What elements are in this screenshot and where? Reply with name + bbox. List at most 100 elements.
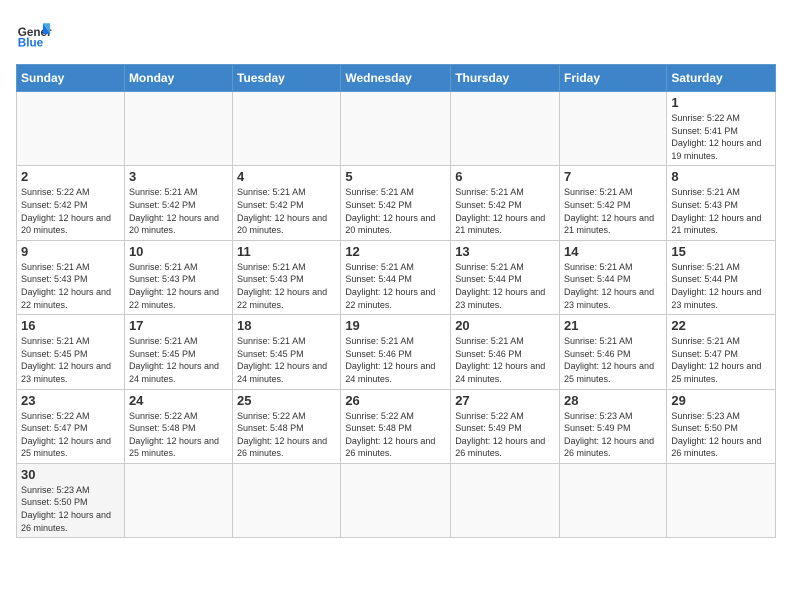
day-number: 28 bbox=[564, 393, 662, 408]
logo-icon: General Blue bbox=[16, 16, 52, 52]
calendar-cell: 9 Sunrise: 5:21 AM Sunset: 5:43 PM Daylig… bbox=[17, 240, 125, 314]
day-number: 7 bbox=[564, 169, 662, 184]
calendar-cell: 21 Sunrise: 5:21 AM Sunset: 5:46 PM Dayli… bbox=[560, 315, 667, 389]
day-number: 2 bbox=[21, 169, 120, 184]
day-info: Sunrise: 5:22 AM Sunset: 5:47 PM Dayligh… bbox=[21, 410, 120, 460]
calendar-cell: 17 Sunrise: 5:21 AM Sunset: 5:45 PM Dayli… bbox=[124, 315, 232, 389]
logo: General Blue bbox=[16, 16, 52, 52]
calendar-week-row: 2 Sunrise: 5:22 AM Sunset: 5:42 PM Daylig… bbox=[17, 166, 776, 240]
calendar-cell bbox=[233, 92, 341, 166]
calendar-cell: 2 Sunrise: 5:22 AM Sunset: 5:42 PM Daylig… bbox=[17, 166, 125, 240]
day-info: Sunrise: 5:22 AM Sunset: 5:49 PM Dayligh… bbox=[455, 410, 555, 460]
calendar-week-row: 23Sunrise: 5:22 AM Sunset: 5:47 PM Dayli… bbox=[17, 389, 776, 463]
day-info: Sunrise: 5:21 AM Sunset: 5:43 PM Dayligh… bbox=[237, 261, 336, 311]
calendar-cell: 15Sunrise: 5:21 AM Sunset: 5:44 PM Dayli… bbox=[667, 240, 776, 314]
weekday-header-saturday: Saturday bbox=[667, 65, 776, 92]
day-number: 4 bbox=[237, 169, 336, 184]
day-number: 17 bbox=[129, 318, 228, 333]
page-header: General Blue bbox=[16, 16, 776, 52]
weekday-header-tuesday: Tuesday bbox=[233, 65, 341, 92]
day-number: 24 bbox=[129, 393, 228, 408]
calendar-table: SundayMondayTuesdayWednesdayThursdayFrid… bbox=[16, 64, 776, 538]
day-info: Sunrise: 5:21 AM Sunset: 5:42 PM Dayligh… bbox=[564, 186, 662, 236]
calendar-cell: 18Sunrise: 5:21 AM Sunset: 5:45 PM Dayli… bbox=[233, 315, 341, 389]
day-info: Sunrise: 5:21 AM Sunset: 5:43 PM Dayligh… bbox=[671, 186, 771, 236]
day-number: 8 bbox=[671, 169, 771, 184]
calendar-week-row: 16 Sunrise: 5:21 AM Sunset: 5:45 PM Dayli… bbox=[17, 315, 776, 389]
day-number: 21 bbox=[564, 318, 662, 333]
calendar-cell: 16 Sunrise: 5:21 AM Sunset: 5:45 PM Dayli… bbox=[17, 315, 125, 389]
calendar-cell bbox=[560, 463, 667, 537]
calendar-week-row: 1 Sunrise: 5:22 AM Sunset: 5:41 PM Daylig… bbox=[17, 92, 776, 166]
calendar-cell bbox=[667, 463, 776, 537]
calendar-cell: 20Sunrise: 5:21 AM Sunset: 5:46 PM Dayli… bbox=[451, 315, 560, 389]
day-info: Sunrise: 5:21 AM Sunset: 5:45 PM Dayligh… bbox=[129, 335, 228, 385]
calendar-cell: 29Sunrise: 5:23 AM Sunset: 5:50 PM Dayli… bbox=[667, 389, 776, 463]
day-number: 30 bbox=[21, 467, 120, 482]
calendar-cell: 10 Sunrise: 5:21 AM Sunset: 5:43 PM Dayli… bbox=[124, 240, 232, 314]
day-info: Sunrise: 5:21 AM Sunset: 5:46 PM Dayligh… bbox=[455, 335, 555, 385]
weekday-header-wednesday: Wednesday bbox=[341, 65, 451, 92]
calendar-cell: 23Sunrise: 5:22 AM Sunset: 5:47 PM Dayli… bbox=[17, 389, 125, 463]
day-number: 16 bbox=[21, 318, 120, 333]
day-info: Sunrise: 5:21 AM Sunset: 5:44 PM Dayligh… bbox=[455, 261, 555, 311]
day-info: Sunrise: 5:22 AM Sunset: 5:48 PM Dayligh… bbox=[129, 410, 228, 460]
day-number: 19 bbox=[345, 318, 446, 333]
day-number: 1 bbox=[671, 95, 771, 110]
day-info: Sunrise: 5:21 AM Sunset: 5:42 PM Dayligh… bbox=[237, 186, 336, 236]
calendar-cell: 1 Sunrise: 5:22 AM Sunset: 5:41 PM Daylig… bbox=[667, 92, 776, 166]
day-number: 14 bbox=[564, 244, 662, 259]
day-info: Sunrise: 5:21 AM Sunset: 5:44 PM Dayligh… bbox=[345, 261, 446, 311]
calendar-cell: 30 Sunrise: 5:23 AM Sunset: 5:50 PM Dayli… bbox=[17, 463, 125, 537]
day-info: Sunrise: 5:21 AM Sunset: 5:44 PM Dayligh… bbox=[564, 261, 662, 311]
day-number: 11 bbox=[237, 244, 336, 259]
weekday-header-sunday: Sunday bbox=[17, 65, 125, 92]
day-number: 13 bbox=[455, 244, 555, 259]
day-info: Sunrise: 5:22 AM Sunset: 5:48 PM Dayligh… bbox=[345, 410, 446, 460]
calendar-cell: 3Sunrise: 5:21 AM Sunset: 5:42 PM Daylig… bbox=[124, 166, 232, 240]
day-number: 15 bbox=[671, 244, 771, 259]
calendar-cell: 24 Sunrise: 5:22 AM Sunset: 5:48 PM Dayli… bbox=[124, 389, 232, 463]
calendar-cell: 14 Sunrise: 5:21 AM Sunset: 5:44 PM Dayli… bbox=[560, 240, 667, 314]
calendar-cell bbox=[451, 463, 560, 537]
weekday-header-friday: Friday bbox=[560, 65, 667, 92]
day-info: Sunrise: 5:21 AM Sunset: 5:45 PM Dayligh… bbox=[21, 335, 120, 385]
calendar-cell bbox=[451, 92, 560, 166]
day-info: Sunrise: 5:23 AM Sunset: 5:50 PM Dayligh… bbox=[21, 484, 120, 534]
calendar-cell: 11 Sunrise: 5:21 AM Sunset: 5:43 PM Dayli… bbox=[233, 240, 341, 314]
day-number: 12 bbox=[345, 244, 446, 259]
calendar-cell: 26Sunrise: 5:22 AM Sunset: 5:48 PM Dayli… bbox=[341, 389, 451, 463]
weekday-header-monday: Monday bbox=[124, 65, 232, 92]
day-info: Sunrise: 5:21 AM Sunset: 5:47 PM Dayligh… bbox=[671, 335, 771, 385]
day-number: 3 bbox=[129, 169, 228, 184]
calendar-cell: 19Sunrise: 5:21 AM Sunset: 5:46 PM Dayli… bbox=[341, 315, 451, 389]
day-number: 9 bbox=[21, 244, 120, 259]
day-info: Sunrise: 5:22 AM Sunset: 5:42 PM Dayligh… bbox=[21, 186, 120, 236]
day-number: 5 bbox=[345, 169, 446, 184]
calendar-cell: 13 Sunrise: 5:21 AM Sunset: 5:44 PM Dayli… bbox=[451, 240, 560, 314]
weekday-header-row: SundayMondayTuesdayWednesdayThursdayFrid… bbox=[17, 65, 776, 92]
day-number: 6 bbox=[455, 169, 555, 184]
day-number: 22 bbox=[671, 318, 771, 333]
day-number: 29 bbox=[671, 393, 771, 408]
svg-text:Blue: Blue bbox=[18, 37, 44, 50]
day-info: Sunrise: 5:22 AM Sunset: 5:41 PM Dayligh… bbox=[671, 112, 771, 162]
calendar-cell: 25Sunrise: 5:22 AM Sunset: 5:48 PM Dayli… bbox=[233, 389, 341, 463]
calendar-cell: 7 Sunrise: 5:21 AM Sunset: 5:42 PM Daylig… bbox=[560, 166, 667, 240]
calendar-cell bbox=[341, 463, 451, 537]
calendar-cell: 12 Sunrise: 5:21 AM Sunset: 5:44 PM Dayli… bbox=[341, 240, 451, 314]
day-info: Sunrise: 5:21 AM Sunset: 5:46 PM Dayligh… bbox=[564, 335, 662, 385]
calendar-cell: 5Sunrise: 5:21 AM Sunset: 5:42 PM Daylig… bbox=[341, 166, 451, 240]
calendar-cell bbox=[17, 92, 125, 166]
calendar-cell bbox=[560, 92, 667, 166]
calendar-cell bbox=[124, 463, 232, 537]
calendar-cell: 4 Sunrise: 5:21 AM Sunset: 5:42 PM Daylig… bbox=[233, 166, 341, 240]
weekday-header-thursday: Thursday bbox=[451, 65, 560, 92]
calendar-cell bbox=[341, 92, 451, 166]
calendar-cell: 28Sunrise: 5:23 AM Sunset: 5:49 PM Dayli… bbox=[560, 389, 667, 463]
day-number: 10 bbox=[129, 244, 228, 259]
calendar-cell: 8 Sunrise: 5:21 AM Sunset: 5:43 PM Daylig… bbox=[667, 166, 776, 240]
day-info: Sunrise: 5:21 AM Sunset: 5:43 PM Dayligh… bbox=[21, 261, 120, 311]
calendar-cell bbox=[233, 463, 341, 537]
day-info: Sunrise: 5:21 AM Sunset: 5:43 PM Dayligh… bbox=[129, 261, 228, 311]
